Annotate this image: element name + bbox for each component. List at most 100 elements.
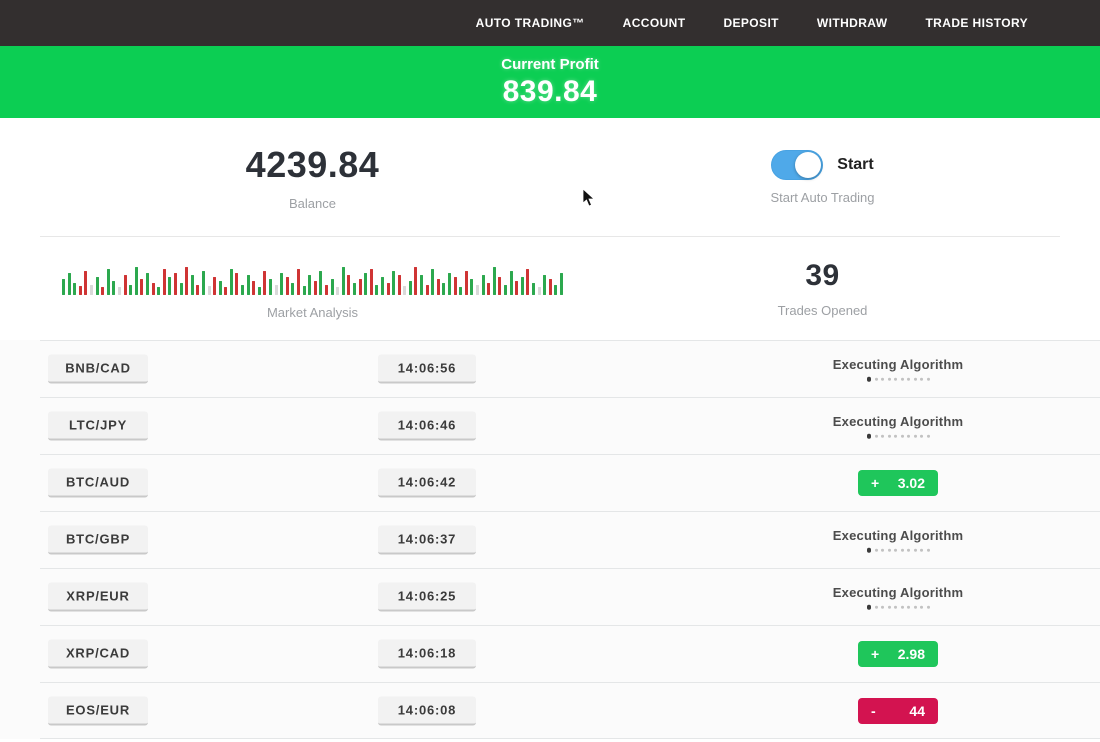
- market-bar: [90, 285, 93, 295]
- market-bar: [252, 281, 255, 295]
- market-bar: [414, 267, 417, 295]
- nav-item-auto-trading[interactable]: AUTO TRADING™: [476, 16, 585, 30]
- market-analysis-chart: [62, 263, 563, 295]
- trade-time: 14:06:18: [378, 640, 476, 669]
- market-bar: [213, 277, 216, 295]
- trade-status: +2.98: [820, 641, 976, 667]
- trade-status: Executing Algorithm: [820, 414, 976, 439]
- auto-trading-toggle[interactable]: [771, 150, 823, 180]
- trades-opened-label: Trades Opened: [778, 303, 868, 318]
- market-bar: [510, 271, 513, 295]
- pair-label: XRP/EUR: [48, 583, 148, 612]
- market-bar: [375, 285, 378, 295]
- market-bar: [409, 281, 412, 295]
- nav-item-trade-history[interactable]: TRADE HISTORY: [925, 16, 1028, 30]
- trade-status: Executing Algorithm: [820, 528, 976, 553]
- market-bar: [515, 281, 518, 295]
- market-bar: [152, 283, 155, 295]
- market-bar: [140, 279, 143, 295]
- market-bar: [247, 275, 250, 295]
- auto-trading-block: Start Start Auto Trading: [585, 118, 1060, 236]
- market-bar: [230, 269, 233, 295]
- nav-item-deposit[interactable]: DEPOSIT: [723, 16, 778, 30]
- market-bar: [498, 277, 501, 295]
- market-bar: [286, 277, 289, 295]
- trades-list: BNB/CAD 14:06:56 Executing Algorithm LTC…: [0, 340, 1100, 739]
- progress-dots: [867, 377, 930, 382]
- trade-time: 14:06:08: [378, 696, 476, 725]
- pair-label: BTC/GBP: [48, 526, 148, 555]
- market-bar: [107, 269, 110, 295]
- market-bar: [353, 283, 356, 295]
- trade-row: BTC/AUD 14:06:42 +3.02: [40, 454, 1100, 511]
- market-bar: [549, 279, 552, 295]
- market-bar: [426, 285, 429, 295]
- market-bar: [112, 281, 115, 295]
- market-bar: [157, 287, 160, 295]
- nav-item-account[interactable]: ACCOUNT: [623, 16, 686, 30]
- trades-opened-value: 39: [805, 259, 839, 293]
- trade-row: LTC/JPY 14:06:46 Executing Algorithm: [40, 397, 1100, 454]
- progress-dots: [867, 605, 930, 610]
- market-bar: [336, 287, 339, 295]
- market-bar: [135, 267, 138, 295]
- pair-label: BNB/CAD: [48, 355, 148, 384]
- market-bar: [442, 283, 445, 295]
- market-bar: [387, 283, 390, 295]
- market-bar: [560, 273, 563, 295]
- market-bar: [174, 273, 177, 295]
- market-bar: [185, 267, 188, 295]
- market-bar: [359, 279, 362, 295]
- market-bar: [62, 279, 65, 295]
- market-bar: [392, 271, 395, 295]
- profit-label: Current Profit: [501, 56, 599, 73]
- market-bar: [291, 283, 294, 295]
- market-bar: [319, 271, 322, 295]
- nav-item-withdraw[interactable]: WITHDRAW: [817, 16, 888, 30]
- market-bar: [280, 273, 283, 295]
- trade-row: EOS/EUR 14:06:08 -44: [40, 682, 1100, 739]
- market-bar: [129, 285, 132, 295]
- market-bar: [347, 275, 350, 295]
- market-bar: [258, 287, 261, 295]
- pair-label: LTC/JPY: [48, 412, 148, 441]
- top-nav: AUTO TRADING™ ACCOUNT DEPOSIT WITHDRAW T…: [0, 0, 1100, 46]
- trade-time: 14:06:37: [378, 526, 476, 555]
- market-bar: [202, 271, 205, 295]
- trade-time: 14:06:56: [378, 355, 476, 384]
- market-bar: [448, 273, 451, 295]
- market-bar: [538, 287, 541, 295]
- market-bar: [482, 275, 485, 295]
- market-bar: [381, 277, 384, 295]
- balance-value: 4239.84: [246, 144, 380, 186]
- market-bar: [454, 277, 457, 295]
- market-bar: [470, 279, 473, 295]
- market-bar: [163, 269, 166, 295]
- profit-value: 839.84: [503, 75, 598, 109]
- market-bar: [370, 269, 373, 295]
- market-bar: [325, 285, 328, 295]
- market-bar: [146, 273, 149, 295]
- pair-label: XRP/CAD: [48, 640, 148, 669]
- page: AUTO TRADING™ ACCOUNT DEPOSIT WITHDRAW T…: [0, 0, 1100, 742]
- market-bar: [398, 275, 401, 295]
- trade-time: 14:06:25: [378, 583, 476, 612]
- toggle-state-label: Start: [837, 156, 873, 174]
- stats-section: 4239.84 Balance Start Start Auto Trading…: [0, 118, 1100, 340]
- market-bar: [459, 287, 462, 295]
- market-bar: [303, 286, 306, 295]
- market-bar: [79, 286, 82, 295]
- progress-dots: [867, 548, 930, 553]
- market-bar: [476, 285, 479, 295]
- balance-block: 4239.84 Balance: [40, 118, 585, 236]
- pair-label: BTC/AUD: [48, 469, 148, 498]
- market-bar: [493, 267, 496, 295]
- trade-row: XRP/EUR 14:06:25 Executing Algorithm: [40, 568, 1100, 625]
- executing-label: Executing Algorithm: [833, 585, 963, 600]
- executing-label: Executing Algorithm: [833, 357, 963, 372]
- market-bar: [554, 285, 557, 295]
- market-bar: [403, 286, 406, 295]
- market-bar: [118, 287, 121, 295]
- market-bar: [96, 277, 99, 295]
- market-bar: [101, 287, 104, 295]
